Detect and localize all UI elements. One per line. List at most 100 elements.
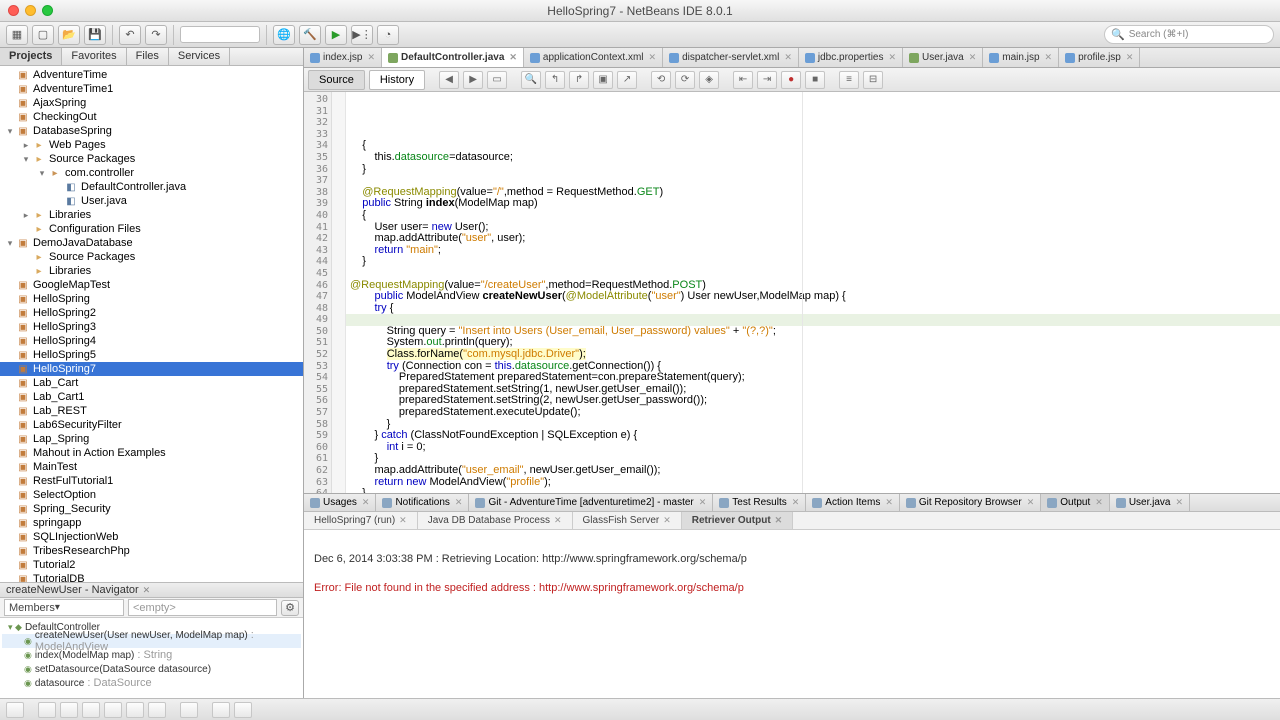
output-sub-tab[interactable]: GlassFish Server ✕ xyxy=(573,512,682,529)
console-output[interactable]: Dec 6, 2014 3:03:38 PM : Retrieving Loca… xyxy=(304,530,1280,698)
glyph-column[interactable] xyxy=(332,92,346,493)
navigator-tree[interactable]: ▾ ◆DefaultController◉createNewUser(User … xyxy=(0,618,303,698)
next-button[interactable]: ▶ xyxy=(463,71,483,89)
projects-tree[interactable]: ▣AdventureTime▣AdventureTime1▣AjaxSpring… xyxy=(0,66,303,582)
status-btn-1[interactable] xyxy=(6,702,24,718)
status-btn-10[interactable] xyxy=(234,702,252,718)
tree-node[interactable]: ▣SQLInjectionWeb xyxy=(0,530,303,544)
close-icon[interactable]: ✕ xyxy=(969,52,977,63)
config-combo[interactable] xyxy=(180,26,260,43)
tree-node[interactable]: ▣Lab_Cart xyxy=(0,376,303,390)
close-icon[interactable]: ✕ xyxy=(1045,52,1053,63)
bookmark-button[interactable]: ◈ xyxy=(699,71,719,89)
tree-node[interactable]: ▣TutorialDB xyxy=(0,572,303,582)
status-btn-9[interactable] xyxy=(212,702,230,718)
members-combo[interactable]: Members ▾ xyxy=(4,599,124,616)
bottom-tab[interactable]: Action Items✕ xyxy=(806,494,900,511)
redo-button[interactable]: ↷ xyxy=(145,25,167,45)
file-tab[interactable]: User.java✕ xyxy=(903,48,983,67)
panel-tab-favorites[interactable]: Favorites xyxy=(62,48,126,65)
status-btn-8[interactable] xyxy=(180,702,198,718)
file-tab[interactable]: DefaultController.java✕ xyxy=(382,48,524,67)
back-button[interactable]: ⟲ xyxy=(651,71,671,89)
minimize-window[interactable] xyxy=(25,5,36,16)
comment-button[interactable]: ≡ xyxy=(839,71,859,89)
panel-tab-projects[interactable]: Projects xyxy=(0,48,62,65)
tree-node[interactable]: ▸▸Libraries xyxy=(0,208,303,222)
shift-left-button[interactable]: ⇤ xyxy=(733,71,753,89)
status-btn-7[interactable] xyxy=(148,702,166,718)
forward-button[interactable]: ⟳ xyxy=(675,71,695,89)
close-icon[interactable]: ✕ xyxy=(1095,497,1103,508)
close-icon[interactable]: ✕ xyxy=(649,52,657,63)
history-tab[interactable]: History xyxy=(369,70,425,90)
panel-tab-files[interactable]: Files xyxy=(127,48,169,65)
status-btn-2[interactable] xyxy=(38,702,56,718)
file-tab[interactable]: jdbc.properties✕ xyxy=(799,48,903,67)
nav-filter-button[interactable]: ⚙ xyxy=(281,600,299,616)
debug-button[interactable]: ▶⋮ xyxy=(351,25,373,45)
bottom-tab[interactable]: Usages✕ xyxy=(304,494,376,511)
tree-node[interactable]: ▾▸com.controller xyxy=(0,166,303,180)
close-icon[interactable]: ✕ xyxy=(1027,497,1035,508)
close-icon[interactable]: ✕ xyxy=(792,497,800,508)
tree-node[interactable]: ▸Libraries xyxy=(0,264,303,278)
close-icon[interactable]: ✕ xyxy=(1126,52,1134,63)
tree-node[interactable]: ▣Mahout in Action Examples xyxy=(0,446,303,460)
goto-button[interactable]: ↗ xyxy=(617,71,637,89)
shift-right-button[interactable]: ⇥ xyxy=(757,71,777,89)
file-tab[interactable]: index.jsp✕ xyxy=(304,48,382,67)
macro-record-button[interactable]: ● xyxy=(781,71,801,89)
tree-node[interactable]: ▣Spring_Security xyxy=(0,502,303,516)
close-icon[interactable]: ✕ xyxy=(1176,497,1184,508)
close-icon[interactable]: ✕ xyxy=(509,52,517,63)
save-all-button[interactable]: 💾 xyxy=(84,25,106,45)
tree-node[interactable]: ▣MainTest xyxy=(0,460,303,474)
close-icon[interactable]: ✕ xyxy=(663,515,671,526)
tree-node[interactable]: ▣AdventureTime xyxy=(0,68,303,82)
bottom-tab[interactable]: Git - AdventureTime [adventuretime2] - m… xyxy=(469,494,713,511)
bottom-tab[interactable]: User.java✕ xyxy=(1110,494,1190,511)
close-icon[interactable]: ✕ xyxy=(362,497,370,508)
close-window[interactable] xyxy=(8,5,19,16)
file-tab[interactable]: dispatcher-servlet.xml✕ xyxy=(663,48,799,67)
close-icon[interactable]: ✕ xyxy=(367,52,375,63)
navigator-item[interactable]: ◉createNewUser(User newUser, ModelMap ma… xyxy=(2,634,301,648)
tree-node[interactable]: ▸Source Packages xyxy=(0,250,303,264)
tree-node[interactable]: ▾▣DemoJavaDatabase xyxy=(0,236,303,250)
find-button[interactable]: ▭ xyxy=(487,71,507,89)
bottom-tab[interactable]: Git Repository Browser✕ xyxy=(900,494,1041,511)
status-btn-4[interactable] xyxy=(82,702,100,718)
tree-node[interactable]: ▣TribesResearchPhp xyxy=(0,544,303,558)
new-file-button[interactable]: ▦ xyxy=(6,25,28,45)
run-button[interactable]: ▶ xyxy=(325,25,347,45)
output-sub-tab[interactable]: Java DB Database Process ✕ xyxy=(418,512,573,529)
tree-node[interactable]: ▣AjaxSpring xyxy=(0,96,303,110)
tree-node[interactable]: ▣RestFulTutorial1 xyxy=(0,474,303,488)
tree-node[interactable]: ▣SelectOption xyxy=(0,488,303,502)
navigator-item[interactable]: ◉setDatasource(DataSource datasource) xyxy=(2,662,301,676)
bottom-tab[interactable]: Test Results✕ xyxy=(713,494,806,511)
tree-node[interactable]: ▸▸Web Pages xyxy=(0,138,303,152)
find-prev-button[interactable]: ↰ xyxy=(545,71,565,89)
build-button[interactable]: 🌐 xyxy=(273,25,295,45)
tree-node[interactable]: ◧DefaultController.java xyxy=(0,180,303,194)
tree-node[interactable]: ▣HelloSpring5 xyxy=(0,348,303,362)
tree-node[interactable]: ▣Lab_Cart1 xyxy=(0,390,303,404)
find-selection-button[interactable]: 🔍 xyxy=(521,71,541,89)
close-icon[interactable]: ✕ xyxy=(775,515,783,526)
macro-stop-button[interactable]: ■ xyxy=(805,71,825,89)
bottom-tab[interactable]: Output✕ xyxy=(1041,494,1110,511)
output-sub-tab[interactable]: Retriever Output ✕ xyxy=(682,512,793,529)
filter-combo[interactable]: <empty> xyxy=(128,599,277,616)
tree-node[interactable]: ▣AdventureTime1 xyxy=(0,82,303,96)
window-controls[interactable] xyxy=(8,5,53,16)
close-icon[interactable]: ✕ xyxy=(885,497,893,508)
tree-node[interactable]: ▣Lap_Spring xyxy=(0,432,303,446)
tree-node[interactable]: ▣Lab6SecurityFilter xyxy=(0,418,303,432)
file-tab[interactable]: profile.jsp✕ xyxy=(1059,48,1140,67)
tree-node[interactable]: ▣Tutorial2 xyxy=(0,558,303,572)
open-button[interactable]: 📂 xyxy=(58,25,80,45)
close-icon[interactable]: ✕ xyxy=(888,52,896,63)
close-icon[interactable]: ✕ xyxy=(399,515,407,526)
